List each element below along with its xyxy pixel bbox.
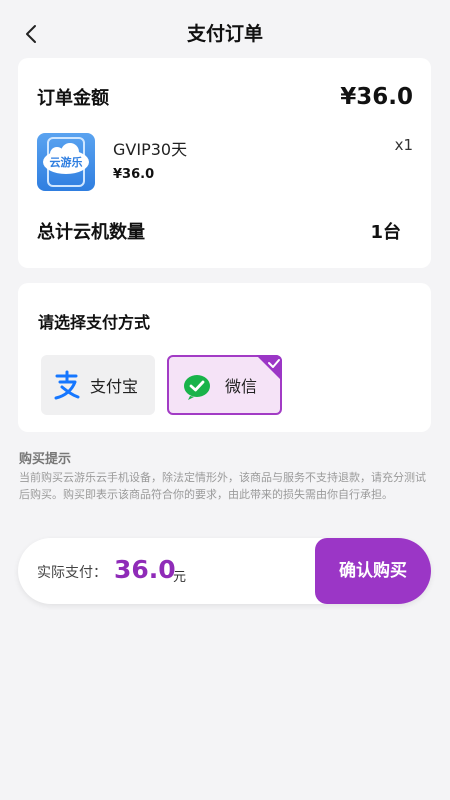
alipay-label: 支付宝 [90, 377, 139, 396]
product-quantity: x1 [394, 136, 413, 154]
wechat-label: 微信 [225, 377, 258, 396]
alipay-option[interactable]: 支付宝 [41, 355, 155, 415]
app-logo-text: 云游乐 [50, 155, 83, 169]
actual-payment-label: 实际支付： [37, 565, 107, 581]
payment-bar: 实际支付： 36.0 元 确认购买 [18, 538, 431, 604]
order-card: 订单金额 ¥36.0 云游乐 GVIP30天 ¥36.0 x1 总计云机数量 1… [18, 58, 431, 268]
purchase-tips-text: 当前购买云游乐云手机设备，除法定情形外，该商品与服务不支持退款，请充分测试后购买… [19, 471, 426, 501]
order-amount-value: ¥36.0 [340, 84, 413, 110]
actual-payment-amount: 36.0 [114, 555, 176, 584]
confirm-purchase-button[interactable]: 确认购买 [315, 538, 431, 604]
purchase-tips-title: 购买提示 [19, 452, 72, 467]
currency-unit: 元 [173, 570, 187, 585]
selected-check-icon [256, 355, 282, 381]
wechat-icon [183, 374, 211, 404]
wechat-pay-option[interactable]: 微信 [167, 355, 282, 415]
payment-card: 请选择支付方式 支付宝 微信 [18, 283, 431, 432]
app-logo-icon: 云游乐 [37, 133, 95, 191]
alipay-icon [53, 370, 81, 404]
page-title: 支付订单 [186, 23, 263, 45]
product-name: GVIP30天 [113, 140, 188, 159]
order-amount-label: 订单金额 [37, 88, 109, 109]
payment-method-title: 请选择支付方式 [38, 313, 151, 332]
device-count-value: 1台 [370, 222, 401, 243]
product-price: ¥36.0 [113, 167, 155, 182]
device-count-label: 总计云机数量 [37, 222, 145, 243]
header: 支付订单 [0, 0, 450, 64]
